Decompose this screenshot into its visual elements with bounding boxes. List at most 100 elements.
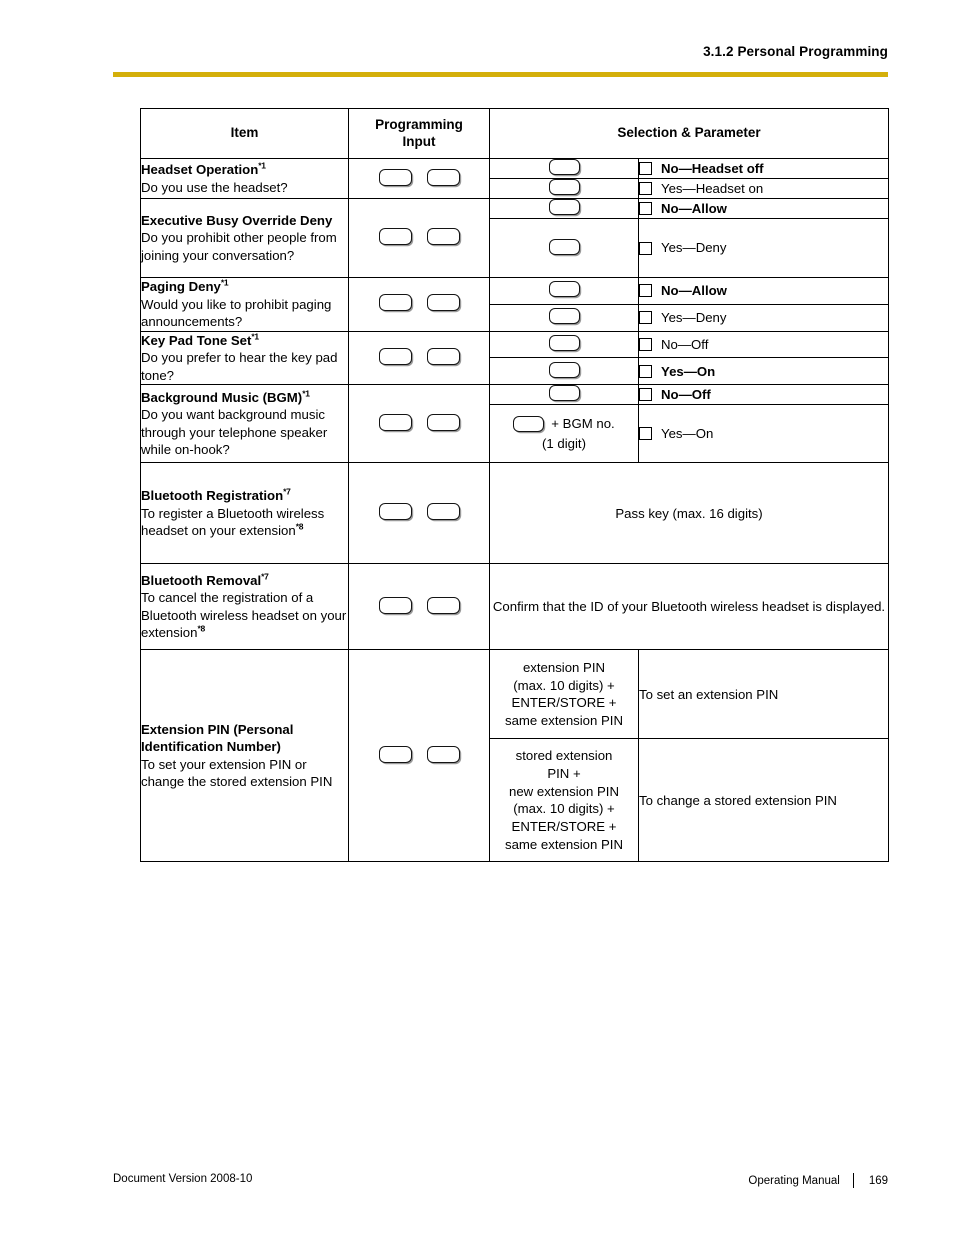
item-title: Extension PIN (Personal Identification N…: [141, 721, 294, 755]
option-checkbox[interactable]: [639, 338, 652, 352]
programming-key-icon[interactable]: [378, 168, 412, 186]
selection-key-icon[interactable]: [548, 385, 580, 402]
programming-input-cell-key-pad-tone-set: [348, 330, 490, 386]
document-version: Document Version 2008-10: [113, 1173, 253, 1185]
programming-key-icon[interactable]: [378, 503, 412, 521]
option-checkbox[interactable]: [639, 388, 652, 402]
column-header-programming-input: Programming Input: [348, 108, 490, 159]
sequence-line: ENTER/STORE +: [511, 818, 617, 834]
parameter-cell: Yes—Deny: [638, 218, 889, 278]
document-page: 3.1.2 Personal Programming Item Programm…: [0, 0, 954, 1235]
option-label: No—Allow: [661, 200, 727, 216]
selection-key-cell: [489, 357, 639, 386]
item-description: Do you want background music through you…: [141, 407, 328, 458]
key-pair: [378, 294, 460, 312]
bgm-key-subnote: (1 digit): [542, 436, 586, 452]
selection-key-cell: [489, 198, 639, 219]
option-checkbox[interactable]: [639, 162, 652, 175]
section-title: 3.1.2 Personal Programming: [703, 44, 888, 59]
selection-key-icon[interactable]: [548, 199, 580, 215]
programming-key-icon[interactable]: [426, 596, 460, 614]
parameter-cell: Yes—On: [638, 357, 889, 386]
programming-key-icon[interactable]: [426, 168, 460, 186]
option-checkbox[interactable]: [639, 364, 652, 378]
footnote-marker: *1: [220, 277, 229, 288]
programming-key-icon[interactable]: [426, 413, 460, 431]
page-header: 3.1.2 Personal Programming: [0, 44, 954, 84]
key-pair: [378, 413, 460, 431]
programming-key-icon[interactable]: [426, 503, 460, 521]
option-checkbox[interactable]: [639, 241, 652, 255]
parameter-cell: No—Allow: [638, 198, 889, 219]
selection-key-icon[interactable]: [548, 159, 580, 175]
item-title: Bluetooth Registration*7: [141, 486, 291, 503]
footnote-marker: *8: [197, 623, 205, 634]
selection-key-cell: [489, 330, 639, 359]
parameter-cell: No—Allow: [638, 277, 889, 305]
programming-key-icon[interactable]: [378, 294, 412, 312]
item-cell-executive-busy-override-deny: Executive Busy Override Deny Do you proh…: [140, 198, 349, 278]
key-pair: [378, 228, 460, 245]
option-checkbox[interactable]: [639, 182, 652, 195]
sequence-line: (max. 10 digits) +: [513, 801, 615, 817]
page-number: 169: [868, 1174, 888, 1187]
option-checkbox[interactable]: [639, 311, 652, 325]
programming-input-cell-background-music: [348, 384, 490, 464]
option-label: Yes—Deny: [661, 310, 727, 326]
footnote-marker: *7: [283, 486, 291, 497]
sequence-line: PIN +: [547, 765, 581, 781]
selection-key-icon[interactable]: [548, 238, 580, 255]
item-title: Headset Operation*1: [141, 160, 266, 177]
footer-right-group: Operating Manual 169: [748, 1173, 888, 1188]
header-rule: [113, 72, 888, 77]
footnote-marker: *7: [261, 571, 269, 582]
selection-key-icon[interactable]: [548, 335, 580, 352]
programming-key-icon[interactable]: [378, 347, 412, 365]
option-checkbox[interactable]: [639, 427, 652, 441]
option-label: Yes—On: [661, 363, 716, 379]
table-row: Extension PIN (Personal Identification N…: [140, 649, 889, 863]
item-cell-key-pad-tone-set: Key Pad Tone Set*1 Do you prefer to hear…: [140, 330, 349, 386]
sequence-line: ENTER/STORE +: [511, 695, 617, 711]
selection-key-cell-bgm: + BGM no. (1 digit): [489, 404, 639, 464]
selection-key-icon[interactable]: [548, 308, 580, 325]
selection-key-icon[interactable]: [548, 179, 580, 195]
item-description: Would you like to prohibit paging announ…: [141, 296, 332, 330]
key-pair: [378, 168, 460, 186]
selection-key-icon[interactable]: [513, 415, 545, 432]
parameter-cell: Yes—On: [638, 404, 889, 464]
programming-key-icon[interactable]: [426, 347, 460, 365]
sequence-cell: extension PIN (max. 10 digits) + ENTER/S…: [489, 649, 639, 740]
page-footer: Document Version 2008-10 Operating Manua…: [0, 1173, 954, 1193]
item-description: Do you prohibit other people from joinin…: [141, 230, 337, 263]
parameter-cell: No—Off: [638, 384, 889, 406]
parameter-cell: Yes—Deny: [638, 303, 889, 332]
selection-key-cell: [489, 384, 639, 406]
footnote-marker: *8: [295, 521, 304, 532]
option-checkbox[interactable]: [639, 284, 652, 298]
programming-key-icon[interactable]: [378, 745, 412, 763]
sequence-line: same extension PIN: [504, 712, 623, 728]
programming-key-icon[interactable]: [426, 294, 460, 312]
sequence-line: extension PIN: [522, 659, 606, 675]
programming-key-icon[interactable]: [378, 413, 412, 431]
table-row: Bluetooth Registration*7 To register a B…: [140, 462, 889, 565]
programming-key-icon[interactable]: [378, 228, 412, 245]
option-checkbox[interactable]: [639, 202, 652, 215]
programming-key-icon[interactable]: [426, 228, 460, 245]
programming-input-cell-headset-operation: [348, 158, 490, 199]
footnote-marker: *1: [302, 388, 310, 399]
item-title: Bluetooth Removal*7: [141, 571, 269, 588]
bgm-key-suffix: + BGM no.: [551, 415, 615, 431]
selection-key-icon[interactable]: [548, 361, 580, 378]
programming-key-icon[interactable]: [426, 745, 460, 763]
table-row: Paging Deny*1 Would you like to prohibit…: [140, 277, 889, 332]
programming-input-cell-extension-pin: [348, 649, 490, 863]
programming-input-cell-bluetooth-removal: [348, 563, 490, 651]
selection-key-icon[interactable]: [548, 281, 580, 298]
programming-key-icon[interactable]: [378, 596, 412, 614]
option-label: No—Off: [661, 336, 709, 352]
option-label: No—Headset off: [661, 160, 764, 176]
footnote-marker: *1: [258, 160, 266, 171]
item-cell-paging-deny: Paging Deny*1 Would you like to prohibit…: [140, 277, 349, 332]
